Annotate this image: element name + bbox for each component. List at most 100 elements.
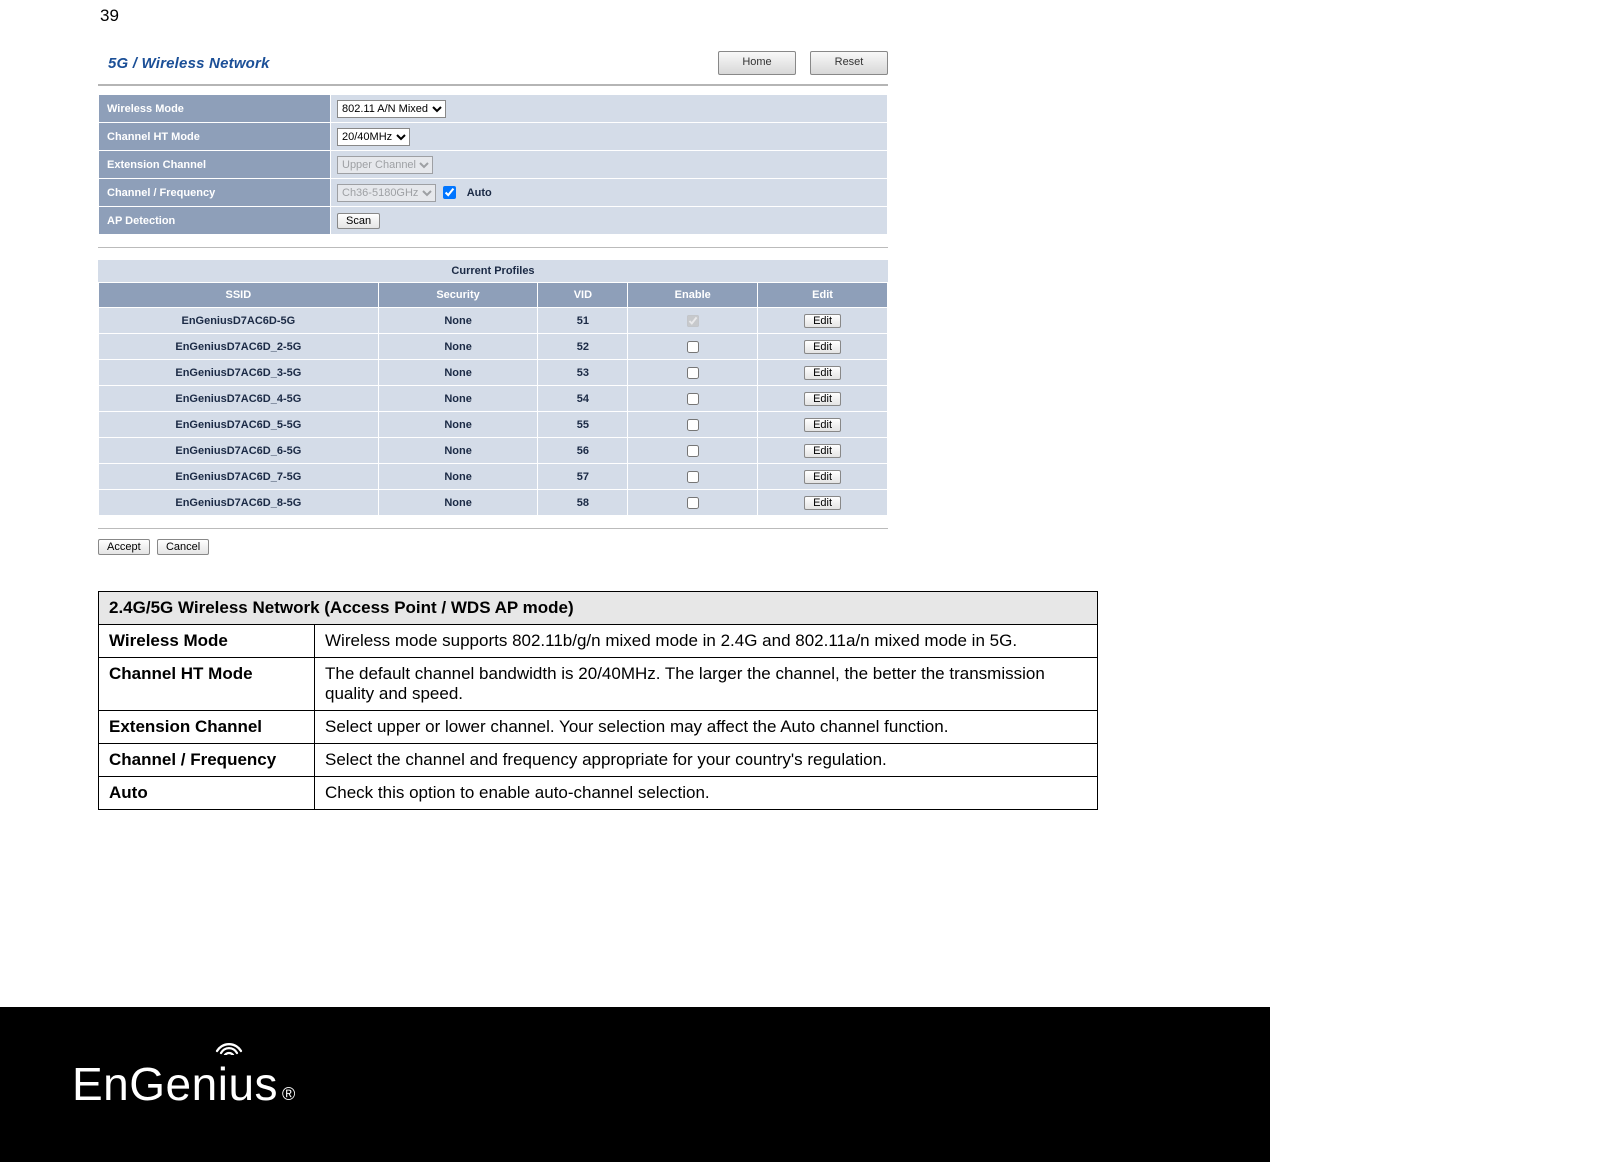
cell-ssid: EnGeniusD7AC6D_7-5G xyxy=(99,464,379,490)
table-row: EnGeniusD7AC6D_5-5GNone55 Edit xyxy=(99,412,888,438)
auto-checkbox[interactable] xyxy=(443,186,456,199)
auto-label: Auto xyxy=(467,187,492,199)
profiles-caption: Current Profiles xyxy=(98,260,888,282)
edit-button[interactable]: Edit xyxy=(804,470,841,484)
desc-key: Auto xyxy=(99,777,315,810)
channel-ht-select[interactable]: 20/40MHz xyxy=(337,128,410,146)
table-row: EnGeniusD7AC6D_4-5GNone54 Edit xyxy=(99,386,888,412)
cell-enable xyxy=(628,308,758,334)
home-button[interactable]: Home xyxy=(718,51,796,75)
cell-ssid: EnGeniusD7AC6D-5G xyxy=(99,308,379,334)
cell-security: None xyxy=(378,386,538,412)
cell-security: None xyxy=(378,334,538,360)
cell-edit: Edit xyxy=(758,308,888,334)
col-edit: Edit xyxy=(758,283,888,308)
channel-freq-select: Ch36-5180GHz xyxy=(337,184,436,202)
table-row: EnGeniusD7AC6D-5GNone51 Edit xyxy=(99,308,888,334)
edit-button[interactable]: Edit xyxy=(804,340,841,354)
table-row: EnGeniusD7AC6D_2-5GNone52 Edit xyxy=(99,334,888,360)
edit-button[interactable]: Edit xyxy=(804,366,841,380)
desc-value: Wireless mode supports 802.11b/g/n mixed… xyxy=(315,625,1098,658)
brand-text-b: us xyxy=(228,1057,278,1111)
desc-key: Wireless Mode xyxy=(99,625,315,658)
enable-checkbox[interactable] xyxy=(687,315,699,327)
cell-security: None xyxy=(378,308,538,334)
wireless-mode-label: Wireless Mode xyxy=(99,95,331,123)
cell-vid: 54 xyxy=(538,386,628,412)
desc-value: Select upper or lower channel. Your sele… xyxy=(315,711,1098,744)
cell-security: None xyxy=(378,464,538,490)
enable-checkbox[interactable] xyxy=(687,367,699,379)
edit-button[interactable]: Edit xyxy=(804,444,841,458)
edit-button[interactable]: Edit xyxy=(804,314,841,328)
enable-checkbox[interactable] xyxy=(687,471,699,483)
table-row: EnGeniusD7AC6D_3-5GNone53 Edit xyxy=(99,360,888,386)
cell-edit: Edit xyxy=(758,412,888,438)
col-security: Security xyxy=(378,283,538,308)
cell-vid: 58 xyxy=(538,490,628,516)
page-number: 39 xyxy=(98,0,1098,38)
cell-vid: 55 xyxy=(538,412,628,438)
cell-ssid: EnGeniusD7AC6D_8-5G xyxy=(99,490,379,516)
cell-vid: 51 xyxy=(538,308,628,334)
edit-button[interactable]: Edit xyxy=(804,496,841,510)
cell-vid: 56 xyxy=(538,438,628,464)
cell-enable xyxy=(628,412,758,438)
desc-key: Extension Channel xyxy=(99,711,315,744)
enable-checkbox[interactable] xyxy=(687,419,699,431)
desc-value: The default channel bandwidth is 20/40MH… xyxy=(315,658,1098,711)
wifi-icon: i xyxy=(218,1057,229,1111)
profiles-table: SSID Security VID Enable Edit EnGeniusD7… xyxy=(98,282,888,516)
enable-checkbox[interactable] xyxy=(687,497,699,509)
edit-button[interactable]: Edit xyxy=(804,418,841,432)
cell-vid: 53 xyxy=(538,360,628,386)
ap-detection-label: AP Detection xyxy=(99,207,331,235)
cell-vid: 57 xyxy=(538,464,628,490)
col-ssid: SSID xyxy=(99,283,379,308)
cell-ssid: EnGeniusD7AC6D_6-5G xyxy=(99,438,379,464)
cancel-button[interactable]: Cancel xyxy=(157,539,209,555)
table-row: EnGeniusD7AC6D_6-5GNone56 Edit xyxy=(99,438,888,464)
cell-ssid: EnGeniusD7AC6D_3-5G xyxy=(99,360,379,386)
cell-security: None xyxy=(378,360,538,386)
col-vid: VID xyxy=(538,283,628,308)
desc-value: Check this option to enable auto-channel… xyxy=(315,777,1098,810)
cell-ssid: EnGeniusD7AC6D_5-5G xyxy=(99,412,379,438)
cell-security: None xyxy=(378,490,538,516)
cell-enable xyxy=(628,334,758,360)
cell-ssid: EnGeniusD7AC6D_4-5G xyxy=(99,386,379,412)
cell-enable xyxy=(628,360,758,386)
edit-button[interactable]: Edit xyxy=(804,392,841,406)
desc-value: Select the channel and frequency appropr… xyxy=(315,744,1098,777)
brand-text-a: EnGen xyxy=(72,1057,218,1111)
cell-security: None xyxy=(378,438,538,464)
desc-key: Channel / Frequency xyxy=(99,744,315,777)
cell-security: None xyxy=(378,412,538,438)
extension-channel-select: Upper Channel xyxy=(337,156,433,174)
cell-edit: Edit xyxy=(758,438,888,464)
reset-button[interactable]: Reset xyxy=(810,51,888,75)
enable-checkbox[interactable] xyxy=(687,393,699,405)
cell-enable xyxy=(628,386,758,412)
extension-channel-label: Extension Channel xyxy=(99,151,331,179)
cell-vid: 52 xyxy=(538,334,628,360)
desc-key: Channel HT Mode xyxy=(99,658,315,711)
wireless-mode-select[interactable]: 802.11 A/N Mixed xyxy=(337,100,446,118)
cell-enable xyxy=(628,438,758,464)
enable-checkbox[interactable] xyxy=(687,341,699,353)
scan-button[interactable]: Scan xyxy=(337,213,380,229)
brand-logo: EnGenius® xyxy=(72,1057,296,1111)
desc-header: 2.4G/5G Wireless Network (Access Point /… xyxy=(99,592,1098,625)
cell-ssid: EnGeniusD7AC6D_2-5G xyxy=(99,334,379,360)
table-row: EnGeniusD7AC6D_7-5GNone57 Edit xyxy=(99,464,888,490)
accept-button[interactable]: Accept xyxy=(98,539,150,555)
cell-edit: Edit xyxy=(758,386,888,412)
channel-freq-label: Channel / Frequency xyxy=(99,179,331,207)
cell-edit: Edit xyxy=(758,334,888,360)
channel-ht-label: Channel HT Mode xyxy=(99,123,331,151)
cell-enable xyxy=(628,464,758,490)
cell-edit: Edit xyxy=(758,464,888,490)
enable-checkbox[interactable] xyxy=(687,445,699,457)
description-table: 2.4G/5G Wireless Network (Access Point /… xyxy=(98,591,1098,810)
router-panel: 5G / Wireless Network Home Reset Wireles… xyxy=(98,46,888,555)
